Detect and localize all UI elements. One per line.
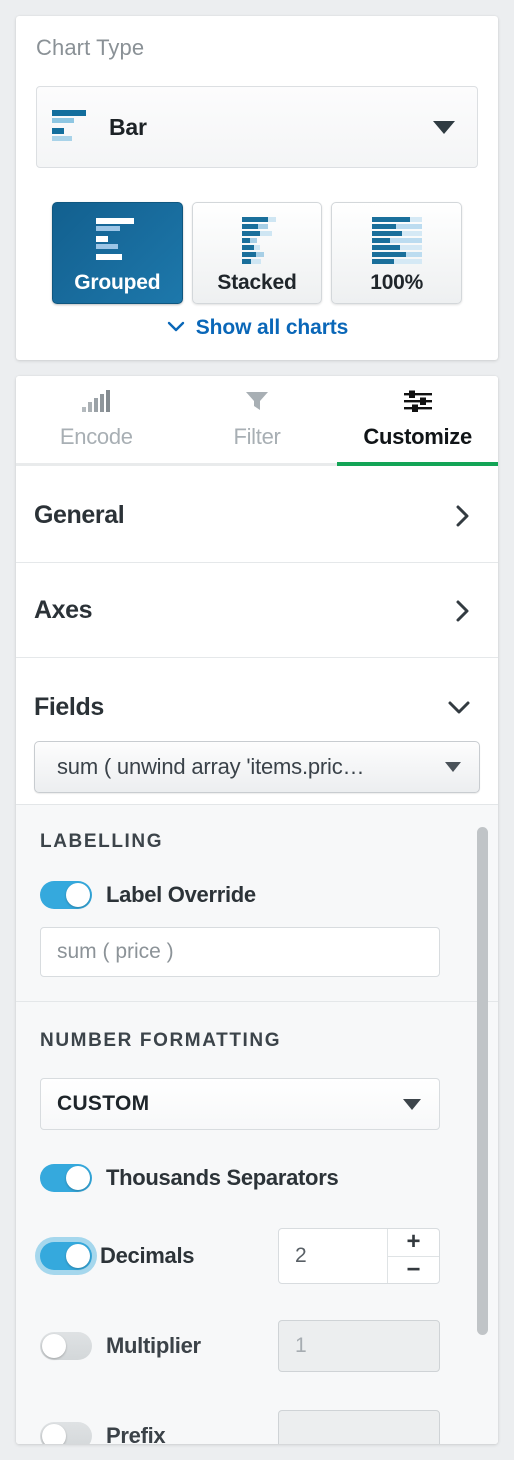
chart-variant-stacked-label: Stacked — [217, 271, 297, 294]
chart-type-card: Chart Type Bar Grouped Stacked 100% Show… — [16, 16, 498, 360]
toggle-knob — [66, 1166, 90, 1190]
multiplier-label: Multiplier — [106, 1333, 201, 1358]
bar-chart-icon — [80, 389, 112, 418]
decimals-value[interactable]: 2 — [279, 1229, 387, 1283]
decimals-row: Decimals 2 + − — [40, 1228, 474, 1284]
accordion-axes[interactable]: Axes — [16, 564, 498, 658]
chevron-down-icon — [166, 319, 186, 338]
number-format-value: CUSTOM — [57, 1092, 150, 1115]
caret-down-icon — [445, 762, 461, 772]
multiplier-input[interactable]: 1 — [278, 1320, 440, 1372]
multiplier-toggle[interactable] — [40, 1332, 92, 1360]
percent-stacked-bar-icon — [332, 215, 461, 265]
decimals-increment-button[interactable]: + — [388, 1229, 439, 1257]
number-format-select[interactable]: CUSTOM — [40, 1078, 440, 1130]
chart-type-title: Chart Type — [36, 35, 145, 60]
caret-down-icon — [433, 120, 455, 134]
settings-scroll-area[interactable]: LABELLING Label Override sum ( price ) N… — [16, 804, 498, 1444]
chart-variant-group: Grouped Stacked 100% — [52, 202, 463, 304]
decimals-stepper[interactable]: 2 + − — [278, 1228, 440, 1284]
bar-chart-icon — [37, 104, 105, 150]
chevron-down-icon — [445, 697, 473, 717]
chart-variant-stacked[interactable]: Stacked — [191, 202, 323, 304]
label-override-toggle[interactable] — [40, 881, 92, 909]
toggle-knob — [42, 1424, 66, 1444]
chart-variant-grouped-label: Grouped — [74, 271, 161, 294]
multiplier-row: Multiplier 1 — [40, 1320, 474, 1372]
settings-scrollbar-thumb[interactable] — [477, 827, 488, 1335]
label-override-row: Label Override — [40, 881, 474, 909]
tab-filter-label: Filter — [233, 424, 281, 449]
label-override-input-placeholder: sum ( price ) — [57, 940, 174, 963]
tab-filter[interactable]: Filter — [177, 376, 338, 463]
chart-type-value: Bar — [109, 113, 147, 140]
show-all-charts-link[interactable]: Show all charts — [16, 316, 498, 340]
prefix-row: Prefix — [40, 1410, 474, 1444]
chart-variant-100-percent-label: 100% — [370, 271, 424, 294]
prefix-label: Prefix — [106, 1423, 166, 1444]
accordion-axes-label: Axes — [34, 596, 93, 624]
customize-panel-card: Encode Filter Customize General Axes Fie… — [16, 376, 498, 1444]
label-override-label: Label Override — [106, 882, 256, 907]
accordion-general[interactable]: General — [16, 469, 498, 563]
accordion-fields-label: Fields — [34, 692, 104, 721]
chevron-right-icon — [453, 503, 473, 529]
number-formatting-section: NUMBER FORMATTING CUSTOM Thousands Separ… — [16, 1002, 498, 1444]
field-select-value: sum ( unwind array 'items.pric… — [57, 754, 365, 779]
decimals-toggle[interactable] — [40, 1242, 92, 1270]
labelling-heading: LABELLING — [40, 831, 164, 852]
tab-encode[interactable]: Encode — [16, 376, 177, 463]
label-override-input[interactable]: sum ( price ) — [40, 927, 440, 977]
prefix-toggle[interactable] — [40, 1422, 92, 1444]
toggle-knob — [66, 883, 90, 907]
labelling-section: LABELLING Label Override sum ( price ) — [16, 805, 498, 1001]
stacked-bar-icon — [193, 215, 322, 265]
caret-down-icon — [403, 1098, 421, 1110]
tab-encode-label: Encode — [59, 424, 133, 449]
decimals-label: Decimals — [100, 1243, 195, 1268]
sliders-icon — [403, 389, 433, 418]
number-formatting-heading: NUMBER FORMATTING — [40, 1030, 282, 1051]
show-all-charts-label: Show all charts — [195, 316, 349, 339]
toggle-knob — [66, 1244, 90, 1268]
customize-panel-page: Chart Type Bar Grouped Stacked 100% Show… — [0, 0, 514, 1460]
field-select-dropdown[interactable]: sum ( unwind array 'items.pric… — [34, 741, 480, 793]
panel-tabs: Encode Filter Customize — [16, 376, 498, 466]
funnel-icon — [244, 389, 270, 418]
accordion-general-label: General — [34, 501, 125, 529]
prefix-input[interactable] — [278, 1410, 440, 1444]
grouped-bar-icon — [53, 215, 182, 263]
thousands-separators-row: Thousands Separators — [40, 1164, 474, 1192]
chart-variant-100-percent[interactable]: 100% — [331, 202, 463, 304]
toggle-knob — [42, 1334, 66, 1358]
decimals-decrement-button[interactable]: − — [388, 1257, 439, 1284]
thousands-separators-label: Thousands Separators — [106, 1165, 339, 1190]
tab-customize-label: Customize — [363, 424, 472, 449]
chart-type-dropdown[interactable]: Bar — [36, 86, 478, 168]
decimals-stepper-buttons: + − — [387, 1229, 439, 1283]
chart-variant-grouped[interactable]: Grouped — [52, 202, 183, 304]
thousands-separators-toggle[interactable] — [40, 1164, 92, 1192]
multiplier-input-placeholder: 1 — [295, 1334, 307, 1357]
chevron-right-icon — [453, 598, 473, 624]
tab-customize[interactable]: Customize — [337, 376, 498, 466]
